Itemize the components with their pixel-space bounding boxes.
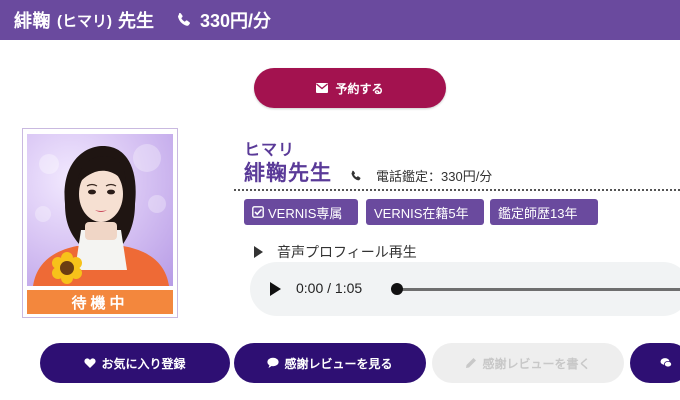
play-button[interactable] xyxy=(270,282,281,296)
play-icon xyxy=(254,246,263,258)
reserve-button-label: 予約する xyxy=(335,81,384,96)
header-price: 330円/分 xyxy=(200,11,272,31)
favorite-button[interactable]: お気に入り登録 xyxy=(40,343,230,383)
favorite-button-label: お気に入り登録 xyxy=(101,356,186,371)
audio-player: 0:00 / 1:05 xyxy=(250,262,680,316)
header-title-suffix: 先生 xyxy=(118,11,154,31)
write-review-button[interactable]: 感謝レビューを書く xyxy=(432,343,624,383)
view-reviews-button[interactable]: 感謝レビューを見る xyxy=(234,343,426,383)
header-name: 緋鞠 xyxy=(14,11,51,31)
badge-exclusive: VERNIS専属 xyxy=(244,199,358,225)
voice-profile-text: 音声プロフィール再生 xyxy=(277,244,417,260)
dotted-divider xyxy=(234,189,680,191)
header-bar: 緋鞠 (ヒマリ) 先生 330円/分 xyxy=(0,0,680,40)
audio-time: 0:00 / 1:05 xyxy=(296,280,363,296)
view-reviews-button-label: 感謝レビューを見る xyxy=(284,356,393,371)
header-kana: (ヒマリ) xyxy=(57,12,112,30)
reserve-button[interactable]: 予約する xyxy=(254,68,446,108)
phone-reading-price: 電話鑑定：330円/分 xyxy=(350,166,492,185)
pencil-icon xyxy=(466,358,477,368)
chat-button[interactable] xyxy=(630,343,680,383)
heart-icon xyxy=(84,358,97,368)
audio-progress-track[interactable] xyxy=(398,288,680,291)
profile-photo-card: 待機中 xyxy=(22,128,178,318)
phone-reading-label: 電話鑑定：330円/分 xyxy=(376,169,493,184)
badge-tenure: VERNIS在籍5年 xyxy=(366,199,484,225)
badge-exclusive-label: VERNIS専属 xyxy=(268,205,343,221)
profile-name: 緋鞠先生 xyxy=(244,162,332,185)
phone-icon xyxy=(178,12,190,26)
badge-experience: 鑑定師歴13年 xyxy=(490,199,598,225)
portrait-image xyxy=(33,144,169,286)
header-phone: 330円/分 xyxy=(176,7,271,33)
profile-photo[interactable] xyxy=(27,134,173,286)
audio-progress-handle[interactable] xyxy=(391,283,403,295)
speech-bubble-icon xyxy=(267,357,280,368)
write-review-button-label: 感謝レビューを書く xyxy=(482,356,591,371)
envelope-icon xyxy=(316,83,329,93)
checkbox-icon xyxy=(252,206,264,218)
chat-icon xyxy=(660,358,672,368)
phone-icon xyxy=(351,170,361,180)
voice-profile-label: 音声プロフィール再生 xyxy=(254,242,417,262)
status-badge: 待機中 xyxy=(27,290,173,314)
